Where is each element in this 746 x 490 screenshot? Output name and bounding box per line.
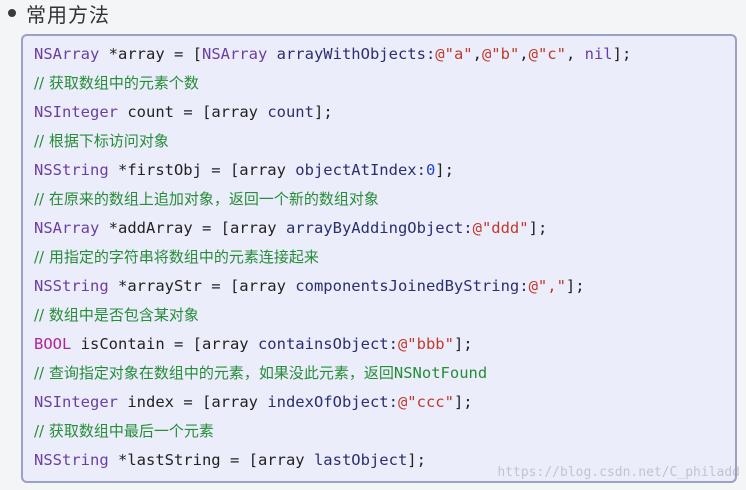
code-token: ]; <box>453 393 473 411</box>
code-token: containsObject: <box>257 335 398 353</box>
code-comment-line: // 在原来的数组上追加对象，返回一个新的数组对象 <box>34 187 379 211</box>
code-comment-line: // 获取数组中最后一个元素 <box>34 419 214 443</box>
comment-constant: NSNotFound <box>393 364 488 382</box>
code-token: @"bbb" <box>397 335 454 353</box>
code-token: lastObject <box>313 451 408 469</box>
comment-text: // 获取数组中最后一个元素 <box>34 422 214 440</box>
code-block: NSArray *array = [NSArray arrayWithObjec… <box>21 34 737 483</box>
section-heading: 常用方法 <box>8 0 110 27</box>
code-statement-line: NSArray *addArray = [array arrayByAdding… <box>34 216 547 240</box>
code-token: ]; <box>313 103 333 121</box>
code-token: NSInteger <box>34 103 118 121</box>
code-statement-line: BOOL isContain = [array containsObject:@… <box>34 332 473 356</box>
code-token: nil <box>584 45 613 63</box>
code-token: , <box>472 45 482 63</box>
code-statement-line: NSString *firstObj = [array objectAtInde… <box>34 158 454 182</box>
bullet-icon <box>8 9 16 17</box>
code-token: *array = [ <box>99 45 202 63</box>
watermark: https://blog.csdn.net/C_philadd <box>497 465 740 480</box>
comment-text: // 查询指定对象在数组中的元素，如果没此元素，返回 <box>34 364 394 382</box>
code-token: objectAtIndex: <box>295 161 426 179</box>
code-token: count <box>267 103 314 121</box>
code-token: @"b" <box>481 45 520 63</box>
code-token: count = [array <box>118 103 268 121</box>
comment-text: // 在原来的数组上追加对象，返回一个新的数组对象 <box>34 190 379 208</box>
code-token: *addArray = [array <box>99 219 286 237</box>
code-token: BOOL <box>34 335 72 353</box>
code-token: componentsJoinedByString: <box>295 277 529 295</box>
comment-text: // 数组中是否包含某对象 <box>34 306 199 324</box>
code-comment-line: // 查询指定对象在数组中的元素，如果没此元素，返回NSNotFound <box>34 361 487 385</box>
code-token: *firstObj = [array <box>108 161 296 179</box>
code-token: *lastString = [array <box>108 451 314 469</box>
code-token: @"ddd" <box>472 219 529 237</box>
code-statement-line: NSInteger count = [array count]; <box>34 100 333 124</box>
code-comment-line: // 获取数组中的元素个数 <box>34 71 199 95</box>
code-token: arrayByAddingObject: <box>285 219 473 237</box>
code-token: @"c" <box>528 45 566 63</box>
code-token: arrayWithObjects: <box>267 45 436 63</box>
code-token: NSArray <box>34 219 100 237</box>
code-token: @"," <box>528 277 566 295</box>
code-token: ]; <box>612 45 632 63</box>
code-token: , <box>519 45 529 63</box>
code-comment-line: // 根据下标访问对象 <box>34 129 169 153</box>
code-token: NSString <box>34 161 109 179</box>
code-statement-line: NSArray *array = [NSArray arrayWithObjec… <box>34 42 631 66</box>
code-token: ]; <box>565 277 585 295</box>
code-token: NSArray <box>34 45 100 63</box>
code-token: *arrayStr = [array <box>108 277 296 295</box>
code-token: ]; <box>435 161 454 179</box>
code-comment-line: // 数组中是否包含某对象 <box>34 303 199 327</box>
code-token: , <box>565 45 585 63</box>
code-statement-line: NSString *lastString = [array lastObject… <box>34 448 426 472</box>
comment-text: // 获取数组中的元素个数 <box>34 74 199 92</box>
code-token: index = [array <box>118 393 268 411</box>
code-token: NSString <box>34 451 109 469</box>
code-token: isContain = [array <box>71 335 258 353</box>
code-token: ]; <box>453 335 473 353</box>
code-token: indexOfObject: <box>267 393 398 411</box>
code-comment-line: // 用指定的字符串将数组中的元素连接起来 <box>34 245 319 269</box>
code-token: NSString <box>34 277 109 295</box>
comment-text: // 用指定的字符串将数组中的元素连接起来 <box>34 248 319 266</box>
code-token: NSInteger <box>34 393 118 411</box>
code-statement-line: NSString *arrayStr = [array componentsJo… <box>34 274 585 298</box>
section-title: 常用方法 <box>26 2 110 27</box>
code-token: ]; <box>407 451 426 469</box>
code-token: ]; <box>528 219 548 237</box>
code-token: @"a" <box>435 45 473 63</box>
code-token: @"ccc" <box>397 393 454 411</box>
comment-text: // 根据下标访问对象 <box>34 132 169 150</box>
code-token: NSArray <box>201 45 268 63</box>
code-token: 0 <box>425 161 436 179</box>
code-statement-line: NSInteger index = [array indexOfObject:@… <box>34 390 473 414</box>
